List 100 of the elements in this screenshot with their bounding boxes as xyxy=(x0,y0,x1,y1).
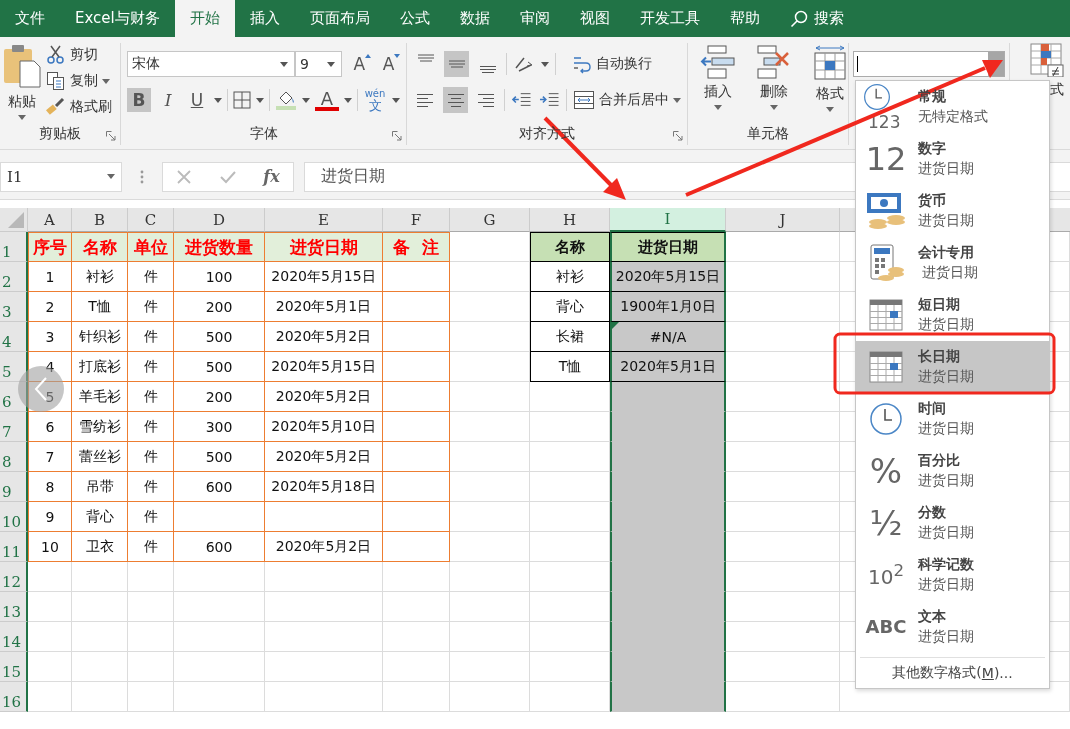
insert-function-button[interactable]: fx xyxy=(263,167,280,186)
caret-icon[interactable] xyxy=(214,97,222,103)
column-header[interactable]: B xyxy=(72,208,128,232)
menu-item[interactable]: 时间 进货日期 xyxy=(856,393,1049,445)
table-cell: 4 xyxy=(28,352,72,382)
italic-button[interactable]: I xyxy=(156,88,180,112)
insert-cells-button[interactable]: 插入 xyxy=(694,45,742,123)
column-header[interactable]: A xyxy=(28,208,72,232)
menu-item-title: 分数 xyxy=(918,504,947,522)
row-header[interactable]: 13 xyxy=(0,592,28,622)
column-header[interactable]: J xyxy=(726,208,840,232)
ribbon-tab[interactable]: 帮助 xyxy=(714,0,775,37)
column-header[interactable]: H xyxy=(530,208,610,232)
error-indicator-icon xyxy=(612,322,619,329)
row-header[interactable]: 5 xyxy=(0,352,28,382)
menu-item[interactable]: 长日期 进货日期 xyxy=(856,341,1049,393)
column-header[interactable]: C xyxy=(128,208,174,232)
shrink-font-button[interactable]: A xyxy=(376,52,400,76)
column-header[interactable]: I xyxy=(610,208,726,232)
ribbon-tab[interactable]: 插入 xyxy=(234,0,295,37)
row-header[interactable]: 9 xyxy=(0,472,28,502)
menu-item-preview: 进货日期 xyxy=(921,264,979,282)
row-header[interactable]: 16 xyxy=(0,682,28,712)
dialog-launcher-icon[interactable] xyxy=(106,131,116,141)
menu-item[interactable]: 短日期 进货日期 xyxy=(856,289,1049,341)
format-cells-button[interactable]: 格式 xyxy=(806,45,854,123)
merge-center-button[interactable]: 合并后居中 xyxy=(572,90,681,110)
dialog-launcher-icon[interactable] xyxy=(673,131,683,141)
calendar-icon xyxy=(869,351,903,383)
ribbon-tab[interactable]: 公式 xyxy=(384,0,445,37)
row-header[interactable]: 2 xyxy=(0,262,28,292)
row-header[interactable]: 8 xyxy=(0,442,28,472)
caret-icon[interactable] xyxy=(302,97,310,103)
table-cell: 600 xyxy=(174,532,265,562)
menu-item[interactable]: 会计专用 进货日期 xyxy=(856,237,1049,289)
clock-icon xyxy=(863,83,891,111)
wrap-text-button[interactable]: 自动换行 xyxy=(572,54,652,74)
ribbon-tab[interactable]: 页面布局 xyxy=(294,0,385,37)
row-header[interactable]: 3 xyxy=(0,292,28,322)
table-cell xyxy=(383,502,450,532)
menu-item[interactable]: % 百分比 进货日期 xyxy=(856,445,1049,497)
row-header[interactable]: 11 xyxy=(0,532,28,562)
ribbon-tab[interactable]: Excel与财务 xyxy=(60,0,175,37)
caret-icon[interactable] xyxy=(541,61,549,67)
font-color-button[interactable]: A xyxy=(315,89,339,111)
column-header[interactable]: E xyxy=(265,208,383,232)
lines-icon xyxy=(475,92,496,108)
increase-indent-icon[interactable] xyxy=(538,91,560,109)
font-size-field[interactable]: 9 xyxy=(295,51,342,77)
table-cell: 8 xyxy=(28,472,72,502)
row-header[interactable]: 6 xyxy=(0,382,28,412)
table-cell: 2020年5月2日 xyxy=(265,322,383,352)
row-header[interactable]: 14 xyxy=(0,622,28,652)
caret-icon[interactable] xyxy=(344,97,352,103)
name-box[interactable]: I1 xyxy=(0,161,122,192)
menu-item-title: 百分比 xyxy=(918,452,961,470)
borders-icon[interactable] xyxy=(233,91,251,109)
row-header[interactable]: 10 xyxy=(0,502,28,532)
grow-font-button[interactable]: A xyxy=(347,52,371,76)
decrease-indent-icon[interactable] xyxy=(511,91,533,109)
drag-handle-icon[interactable] xyxy=(140,169,144,184)
caret-icon[interactable] xyxy=(392,97,400,103)
menu-item-preview: 进货日期 xyxy=(918,576,974,594)
menu-item[interactable]: ½ 分数 进货日期 xyxy=(856,497,1049,549)
ribbon-tab[interactable]: 视图 xyxy=(564,0,625,37)
menu-item[interactable]: 10$^{2}$ 科学记数 进货日期 xyxy=(856,549,1049,601)
more-number-formats-link[interactable]: 其他数字格式(M)... xyxy=(860,657,1045,688)
search-tab[interactable]: 搜索 xyxy=(774,0,859,37)
align-center-button[interactable] xyxy=(443,87,468,113)
row-header[interactable]: 4 xyxy=(0,322,28,352)
number-format-field[interactable] xyxy=(853,51,1005,77)
caret-icon[interactable] xyxy=(256,97,264,103)
column-header[interactable]: F xyxy=(383,208,450,232)
caret-icon xyxy=(107,174,115,179)
table-cell: 针织衫 xyxy=(72,322,128,352)
ribbon-tab[interactable]: 审阅 xyxy=(504,0,565,37)
underline-button[interactable]: U xyxy=(185,88,209,112)
cut-button[interactable]: 剪切 xyxy=(46,45,112,65)
delete-cells-button[interactable]: 删除 xyxy=(750,45,798,123)
ribbon-tab[interactable]: 数据 xyxy=(444,0,505,37)
font-name-field[interactable]: 宋体 xyxy=(127,51,296,77)
row-header[interactable]: 12 xyxy=(0,562,28,592)
format-glyph: ½ xyxy=(869,506,903,540)
column-header[interactable]: D xyxy=(174,208,265,232)
bold-button[interactable]: B xyxy=(127,88,151,112)
paste-button[interactable]: 粘贴 xyxy=(0,43,44,120)
phonetic-button[interactable]: wén 文 xyxy=(363,88,387,112)
caret-icon xyxy=(18,115,26,120)
dialog-launcher-icon[interactable] xyxy=(392,131,402,141)
row-header[interactable]: 7 xyxy=(0,412,28,442)
copy-button[interactable]: 复制 xyxy=(46,71,112,91)
lines-icon xyxy=(415,92,436,108)
row-header[interactable]: 1 xyxy=(0,232,28,262)
row-header[interactable]: 15 xyxy=(0,652,28,682)
fill-color-icon[interactable] xyxy=(275,89,297,111)
ribbon-tab[interactable]: 开发工具 xyxy=(624,0,715,37)
column-header[interactable]: G xyxy=(450,208,530,232)
ribbon-tab[interactable]: 文件 xyxy=(0,0,60,37)
format-painter-button[interactable]: 格式刷 xyxy=(46,97,112,117)
ribbon-tab[interactable]: 开始 xyxy=(174,0,235,37)
